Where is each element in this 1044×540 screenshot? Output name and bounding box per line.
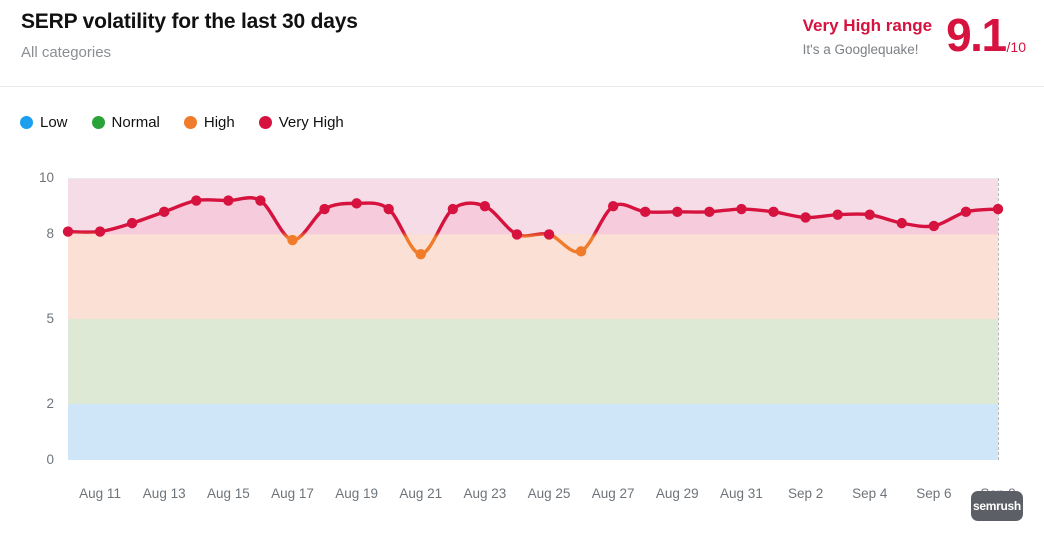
- volatility-chart: 0 2 5 8 10 Aug 11 Aug 13 Aug 15 Aug 17 Aug 19 Aug …: [0, 150, 1044, 540]
- x-axis-label: Aug 23: [463, 486, 507, 501]
- data-point[interactable]: [575, 246, 587, 257]
- data-point[interactable]: [415, 248, 426, 260]
- data-point[interactable]: [319, 203, 330, 215]
- data-point[interactable]: [768, 206, 779, 218]
- data-point[interactable]: [864, 209, 875, 220]
- x-axis-label: Sep 2: [787, 486, 824, 501]
- data-point[interactable]: [351, 198, 362, 209]
- plot-right-edge: [998, 178, 999, 460]
- data-point[interactable]: [191, 195, 202, 206]
- score-max: /10: [1006, 39, 1026, 55]
- score-value: 9.1: [946, 9, 1007, 61]
- legend-dot-icon: [258, 116, 272, 129]
- data-point[interactable]: [672, 206, 683, 218]
- x-axis-label: Aug 17: [271, 486, 314, 501]
- y-axis-label-10: 10: [38, 170, 54, 185]
- widget-header: SERP volatility for the last 30 days All…: [0, 0, 1044, 87]
- plot-area: 0 2 5 8 10 Aug 11 Aug 13 Aug 15 Aug 17 Aug 19 Aug …: [39, 170, 1016, 501]
- range-note: It's a Googlequake!: [802, 42, 919, 57]
- y-axis-label-8: 8: [46, 226, 54, 242]
- legend-item-very-high[interactable]: Very High: [258, 114, 344, 131]
- page-title: SERP volatility for the last 30 days: [21, 10, 358, 33]
- data-point[interactable]: [255, 195, 266, 206]
- data-point[interactable]: [607, 201, 619, 212]
- x-axis-label: Aug 29: [655, 486, 699, 501]
- y-axis-label-5: 5: [46, 311, 54, 326]
- legend-dot-icon: [91, 116, 105, 129]
- legend-item-low[interactable]: Low: [20, 114, 68, 131]
- header-subtitle: All categories: [21, 44, 112, 61]
- data-point[interactable]: [94, 226, 106, 237]
- data-point[interactable]: [736, 203, 747, 215]
- x-axis-label: Aug 15: [206, 486, 250, 501]
- x-axis-label: Aug 25: [527, 486, 571, 501]
- score-display: 9.1 /10: [946, 12, 1026, 58]
- data-point[interactable]: [223, 195, 234, 206]
- x-axis-label: Aug 21: [399, 486, 443, 501]
- data-point[interactable]: [479, 201, 491, 212]
- x-axis-label: Sep 4: [852, 486, 888, 501]
- y-axis-label-2: 2: [46, 395, 54, 411]
- legend-dot-icon: [20, 116, 33, 129]
- x-axis-label: Aug 19: [335, 486, 379, 501]
- x-axis-label: Aug 31: [720, 486, 763, 501]
- data-point[interactable]: [640, 206, 651, 218]
- data-point[interactable]: [896, 217, 907, 229]
- chart-legend: Low Normal High Very High: [20, 114, 368, 131]
- data-point[interactable]: [383, 203, 394, 215]
- data-point[interactable]: [126, 217, 138, 229]
- data-point[interactable]: [511, 229, 523, 240]
- legend-item-label: High: [203, 114, 235, 131]
- header-right: Very High range It's a Googlequake! 9.1 …: [803, 12, 1026, 60]
- legend-item-label: Very High: [278, 114, 344, 131]
- data-point[interactable]: [928, 220, 940, 232]
- serp-volatility-widget: SERP volatility for the last 30 days All…: [0, 0, 1044, 540]
- legend-dot-icon: [183, 116, 197, 129]
- data-point[interactable]: [543, 229, 555, 240]
- legend-item-high[interactable]: High: [183, 114, 235, 131]
- x-axis-label: Aug 13: [142, 486, 186, 501]
- data-point[interactable]: [960, 206, 972, 218]
- x-axis-label: Sep 6: [916, 486, 952, 501]
- semrush-badge: semrush: [971, 491, 1023, 521]
- x-axis-label: Aug 11: [79, 486, 121, 501]
- legend-item-label: Normal: [111, 114, 160, 131]
- data-point[interactable]: [704, 206, 715, 218]
- data-point[interactable]: [992, 203, 1004, 215]
- data-point[interactable]: [287, 234, 298, 246]
- data-point[interactable]: [62, 226, 74, 237]
- series-area-fill: [68, 197, 998, 235]
- y-axis-label-0: 0: [46, 452, 54, 467]
- data-point[interactable]: [800, 212, 811, 223]
- legend-item-normal[interactable]: Normal: [91, 114, 160, 131]
- data-point[interactable]: [832, 209, 843, 220]
- data-point[interactable]: [447, 203, 459, 215]
- legend-item-label: Low: [40, 114, 68, 131]
- series-line: [62, 195, 1004, 260]
- status-badge: Very High range: [802, 16, 933, 35]
- x-axis-label: Aug 27: [591, 486, 635, 501]
- header-left: SERP volatility for the last 30 days All…: [21, 8, 358, 64]
- data-point[interactable]: [159, 206, 170, 218]
